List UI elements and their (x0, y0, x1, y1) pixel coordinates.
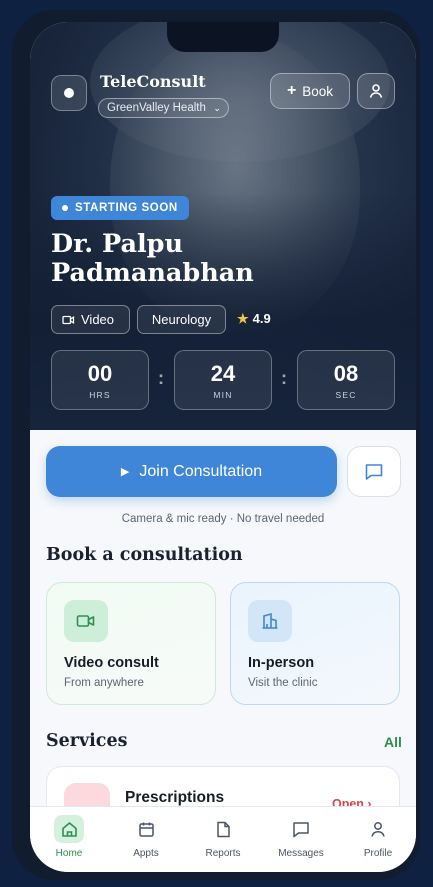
app-screen: TeleConsult GreenValley Health ⌄ + Book … (30, 22, 416, 872)
video-consult-card[interactable]: Video consult From anywhere (46, 582, 216, 705)
user-icon (369, 84, 383, 98)
star-icon: ★ (237, 311, 249, 326)
camera-notch (167, 22, 279, 52)
bottom-tab-bar: Home Appts Reports Messages Profile (30, 806, 416, 872)
building-icon (262, 612, 278, 629)
play-icon: ▶ (120, 466, 130, 478)
plus-icon: + (286, 82, 297, 99)
calendar-icon (138, 822, 154, 837)
chevron-down-icon: ⌄ (213, 103, 221, 113)
tab-reports-label: Reports (205, 848, 241, 859)
phone-frame: TeleConsult GreenValley Health ⌄ + Book … (12, 10, 420, 880)
document-icon (216, 821, 230, 837)
hours-label: HRS (89, 390, 111, 400)
services-all-link[interactable]: All (384, 734, 402, 750)
tab-profile[interactable]: Profile (343, 807, 413, 872)
join-consultation-button[interactable]: ▶ Join Consultation (46, 446, 337, 497)
clinic-name: GreenValley Health (107, 102, 206, 114)
in-person-subtitle: Visit the clinic (248, 677, 318, 689)
building-icon-tile (248, 600, 292, 642)
tab-appts[interactable]: Appts (111, 807, 181, 872)
tab-home-label: Home (55, 848, 83, 859)
tab-messages-label: Messages (278, 848, 324, 859)
minutes-value: 24 (210, 361, 236, 386)
tab-reports[interactable]: Reports (188, 807, 258, 872)
video-icon-tile (64, 600, 108, 642)
tab-profile-label: Profile (363, 848, 393, 859)
tab-messages[interactable]: Messages (266, 807, 336, 872)
user-icon (371, 821, 385, 837)
chat-icon (365, 463, 383, 480)
in-person-title: In-person (248, 655, 315, 671)
seconds-value: 08 (333, 361, 359, 386)
minutes-label: MIN (213, 390, 233, 400)
brand-name: TeleConsult (100, 72, 206, 91)
brand-logo[interactable] (51, 75, 87, 111)
services-section-title: Services (46, 731, 128, 751)
seconds-label: SEC (335, 390, 357, 400)
video-camera-icon (62, 315, 75, 324)
join-label: Join Consultation (139, 462, 263, 480)
mode-label: Video (81, 312, 115, 327)
book-button[interactable]: + Book (270, 73, 350, 109)
countdown-hours: 00 HRS (51, 350, 149, 410)
countdown-minutes: 24 MIN (174, 350, 272, 410)
ready-text: Camera & mic ready · No travel needed (121, 513, 325, 525)
mode-tag: Video (51, 305, 130, 334)
countdown-seconds: 08 SEC (297, 350, 395, 410)
rating: ★ 4.9 (237, 311, 271, 327)
specialty-tag: Neurology (137, 305, 226, 334)
service-title: Prescriptions (125, 789, 225, 806)
tab-appts-label: Appts (133, 848, 159, 859)
clinic-selector[interactable]: GreenValley Health ⌄ (98, 98, 229, 118)
video-camera-icon (76, 615, 95, 627)
doctor-name: Dr. Palpu Padmanabhan (51, 229, 254, 288)
video-consult-title: Video consult (64, 655, 159, 671)
chat-button[interactable] (347, 446, 401, 497)
booking-section-title: Book a consultation (46, 545, 243, 565)
in-person-card[interactable]: In-person Visit the clinic (230, 582, 400, 705)
status-badge: STARTING SOON (51, 196, 189, 220)
tab-home[interactable]: Home (34, 807, 104, 872)
home-icon (61, 821, 77, 837)
video-consult-subtitle: From anywhere (64, 677, 144, 689)
hours-value: 00 (87, 361, 113, 386)
profile-button[interactable] (357, 73, 395, 109)
rating-value: 4.9 (252, 311, 271, 326)
chat-icon (293, 821, 309, 837)
book-label: Book (302, 83, 334, 99)
